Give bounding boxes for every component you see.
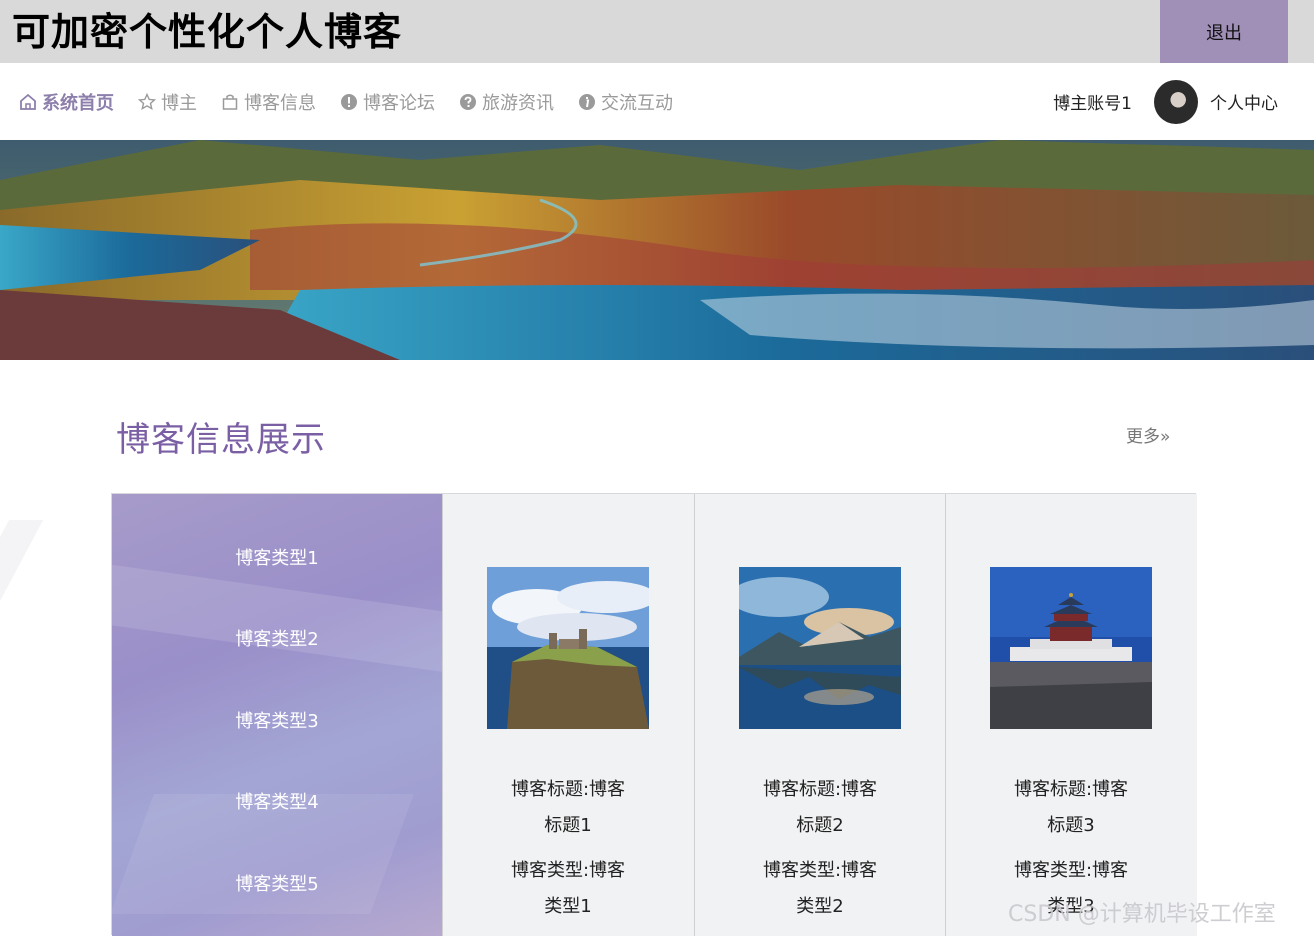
blog-card-type-line: 博客类型:博客	[1013, 860, 1129, 881]
nav-item-label: 旅游资讯	[482, 92, 554, 114]
account-name: 博主账号1	[1053, 94, 1132, 114]
nav-item-label: 交流互动	[601, 92, 673, 114]
blog-card-type-line: 博客类型:博客	[762, 860, 878, 881]
avatar[interactable]	[1154, 79, 1198, 124]
nav-item-home[interactable]: 系统首页	[18, 89, 114, 115]
blog-type-item[interactable]: 博客类型5	[112, 870, 442, 896]
panel-decoration	[112, 560, 442, 678]
blog-card-title-line: 标题3	[1047, 815, 1095, 836]
blog-card-type: 博客类型:博客 类型2	[735, 853, 905, 925]
blog-type-panel: 博客类型1 博客类型2 博客类型3 博客类型4 博客类型5	[112, 494, 442, 936]
watermark: CSDN @计算机毕设工作室	[1008, 902, 1276, 927]
blog-card-title: 博客标题:博客 标题1	[483, 772, 653, 844]
nav-item-forum[interactable]: 博客论坛	[339, 89, 435, 115]
nav-item-label: 博客信息	[244, 92, 316, 114]
nav-item-travel-news[interactable]: 旅游资讯	[458, 89, 554, 115]
blog-showcase: 博客类型1 博客类型2 博客类型3 博客类型4 博客类型5 博客标题:博客 标题…	[111, 493, 1197, 936]
section-title: 博客信息展示	[116, 420, 326, 460]
user-area: 博主账号1 个人中心	[1053, 63, 1278, 140]
star-icon	[137, 92, 157, 112]
blog-card-title: 博客标题:博客 标题3	[986, 772, 1156, 844]
nav-item-blogger[interactable]: 博主	[137, 89, 197, 115]
blog-card-type-line: 博客类型:博客	[510, 860, 626, 881]
blog-card[interactable]: 博客标题:博客 标题2 博客类型:博客 类型2	[694, 494, 946, 936]
nav-item-blog-info[interactable]: 博客信息	[220, 89, 316, 115]
exclamation-circle-icon	[339, 92, 359, 112]
info-circle-icon	[577, 92, 597, 112]
top-bar: 可加密个性化个人博客 退出	[0, 0, 1314, 63]
logout-button[interactable]: 退出	[1160, 0, 1288, 63]
blog-card-image[interactable]	[487, 567, 649, 729]
blog-card-title: 博客标题:博客 标题2	[735, 772, 905, 844]
banner-image	[0, 140, 1314, 360]
nav-item-label: 系统首页	[42, 92, 114, 114]
blog-card-type: 博客类型:博客 类型1	[483, 853, 653, 925]
blog-card-title-line: 标题2	[796, 815, 844, 836]
main-nav: 系统首页 博主 博客信息 博客论坛 旅游资讯 交流互动 博主账号1 个人中心	[0, 63, 1314, 140]
nav-item-label: 博客论坛	[363, 92, 435, 114]
site-title: 可加密个性化个人博客	[12, 10, 403, 54]
blog-card-image[interactable]	[990, 567, 1152, 729]
blog-card-type-line: 类型1	[544, 896, 592, 917]
home-icon	[18, 92, 38, 112]
blog-card-title-line: 博客标题:博客	[510, 779, 626, 800]
more-link[interactable]: 更多»	[1126, 422, 1170, 447]
blog-card[interactable]: 博客标题:博客 标题3 博客类型:博客 类型3	[945, 494, 1197, 936]
blog-card-title-line: 标题1	[544, 815, 592, 836]
nav-item-interaction[interactable]: 交流互动	[577, 89, 673, 115]
bag-icon	[220, 92, 240, 112]
blog-card-image[interactable]	[739, 567, 901, 729]
blog-card-title-line: 博客标题:博客	[1013, 779, 1129, 800]
nav-item-label: 博主	[161, 92, 197, 114]
question-circle-icon	[458, 92, 478, 112]
personal-center-link[interactable]: 个人中心	[1210, 89, 1278, 114]
blog-type-item[interactable]: 博客类型1	[112, 544, 442, 570]
blog-card[interactable]: 博客标题:博客 标题1 博客类型:博客 类型1	[442, 494, 694, 936]
blog-type-item[interactable]: 博客类型4	[112, 788, 442, 814]
blog-type-item[interactable]: 博客类型2	[112, 625, 442, 651]
blog-type-item[interactable]: 博客类型3	[112, 707, 442, 733]
blog-card-title-line: 博客标题:博客	[762, 779, 878, 800]
nav-list: 系统首页 博主 博客信息 博客论坛 旅游资讯 交流互动	[18, 63, 696, 140]
blog-card-type-line: 类型2	[796, 896, 844, 917]
